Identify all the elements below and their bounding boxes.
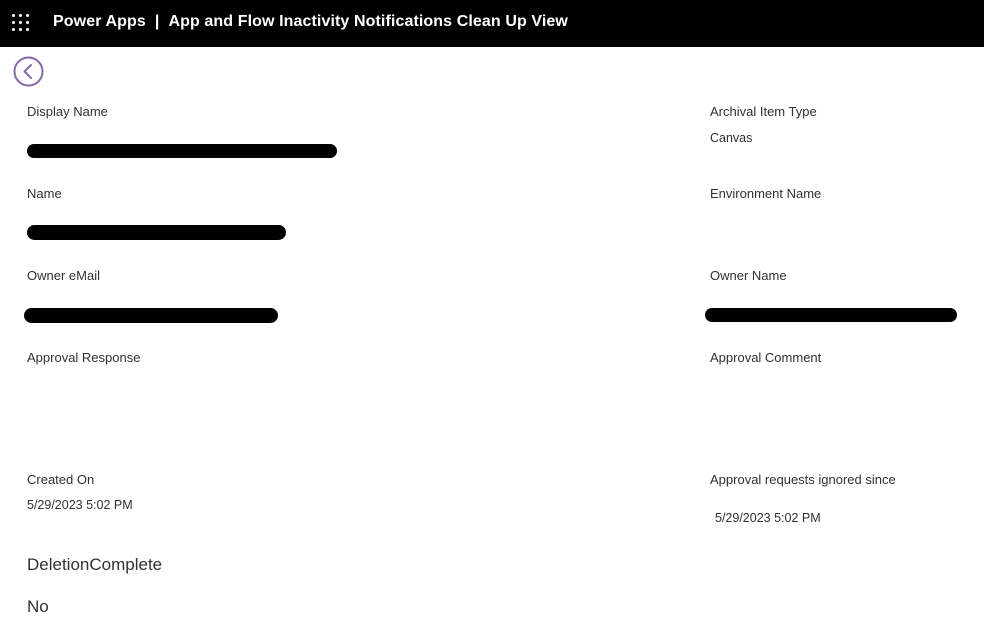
owner-name-label: Owner Name: [710, 268, 787, 283]
display-name-label: Display Name: [27, 104, 108, 119]
archival-item-type-label: Archival Item Type: [710, 104, 817, 119]
top-bar: Power Apps | App and Flow Inactivity Notif…: [0, 0, 984, 47]
app-title: Power Apps | App and Flow Inactivity Notif…: [53, 13, 568, 31]
redaction-mark: [27, 225, 286, 240]
name-label: Name: [27, 186, 62, 201]
waffle-icon[interactable]: [12, 14, 30, 32]
redaction-mark: [705, 308, 957, 322]
title-separator: |: [154, 13, 160, 30]
approval-comment-label: Approval Comment: [710, 350, 822, 365]
view-title: App and Flow Inactivity Notifications Cl…: [168, 13, 568, 30]
created-on-value: 5/29/2023 5:02 PM: [27, 498, 133, 512]
approval-ignored-since-value: 5/29/2023 5:02 PM: [715, 511, 821, 525]
approval-ignored-since-label: Approval requests ignored since: [710, 472, 896, 487]
created-on-label: Created On: [27, 472, 95, 487]
archival-item-type-value: Canvas: [710, 131, 753, 145]
redaction-mark: [27, 144, 337, 158]
back-button[interactable]: [13, 56, 44, 87]
deletion-complete-value: No: [27, 597, 49, 616]
environment-name-label: Environment Name: [710, 186, 822, 201]
approval-response-label: Approval Response: [27, 350, 141, 365]
owner-email-label: Owner eMail: [27, 268, 100, 283]
deletion-complete-label: DeletionComplete: [27, 555, 163, 574]
app-name: Power Apps: [53, 13, 146, 30]
redaction-mark: [24, 308, 278, 323]
